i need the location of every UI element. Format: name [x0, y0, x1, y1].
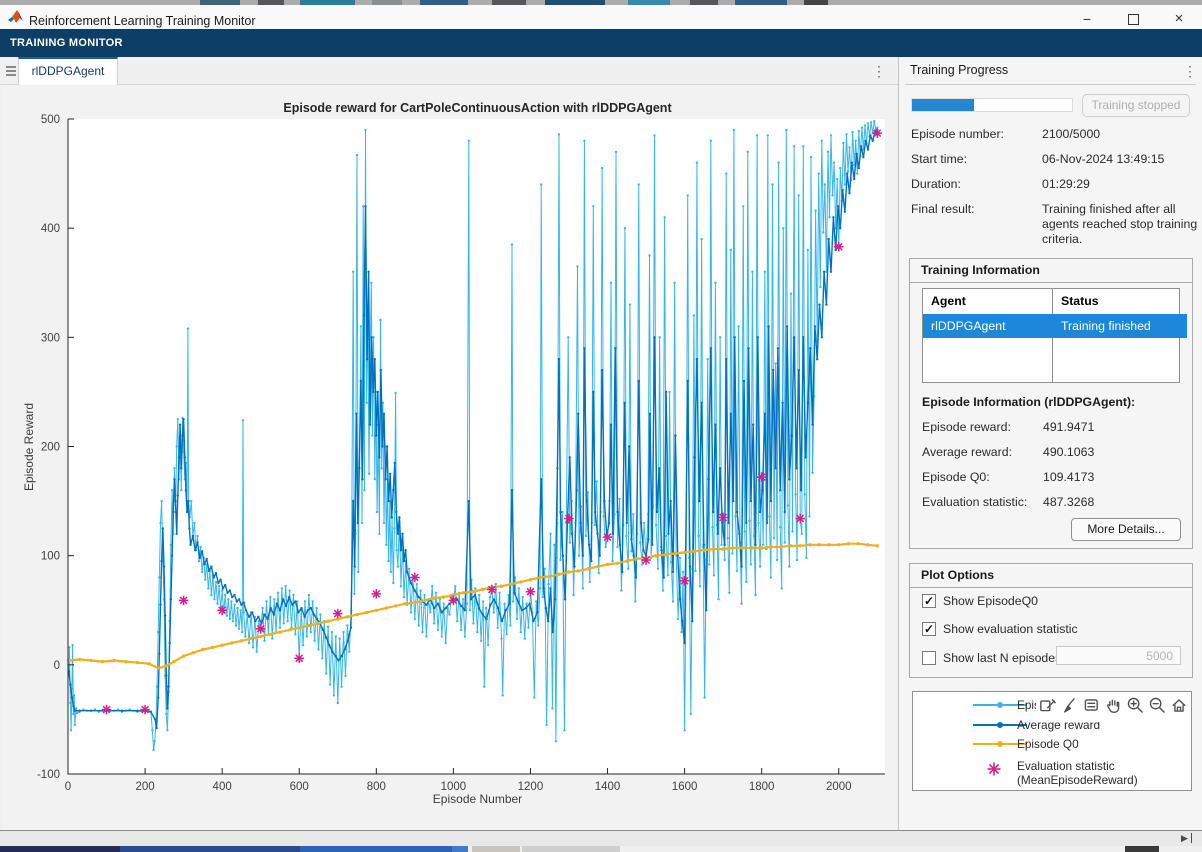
checkbox-label: Show last N episodes	[943, 651, 1061, 665]
chart-title: Episode reward for CartPoleContinuousAct…	[70, 101, 885, 115]
legend-marker-dot	[997, 722, 1003, 728]
panel-header-divider	[905, 84, 1196, 85]
group-divider	[910, 282, 1192, 283]
tab-training-monitor[interactable]: TRAINING MONITOR	[10, 37, 123, 49]
pan-icon[interactable]	[1104, 696, 1122, 714]
field-label: Evaluation statistic:	[922, 495, 1027, 509]
legend-label: Episode Q0	[1017, 737, 1177, 751]
checkbox[interactable]: ✓	[922, 622, 936, 636]
matlab-logo-icon	[8, 10, 23, 24]
brush-icon[interactable]	[1060, 696, 1078, 714]
close-button[interactable]: ×	[1164, 9, 1194, 29]
field-label: Episode reward:	[922, 420, 1011, 434]
background-window-fragment-bottom	[0, 846, 1202, 852]
statusbar	[0, 831, 1202, 846]
training-progress-bar-fill	[912, 99, 974, 111]
y-tick-label: 400	[41, 223, 60, 235]
y-tick-label: 100	[41, 551, 60, 563]
legend-asterisk-marker	[986, 761, 1002, 777]
field-label: Average reward:	[922, 445, 1012, 459]
y-tick-label: 0	[54, 660, 60, 672]
field-label: Start time:	[911, 152, 967, 166]
tab-overflow-handle-icon[interactable]	[6, 66, 16, 78]
field-value: 487.3268	[1043, 495, 1199, 510]
training-information-title: Training Information	[921, 263, 1040, 277]
export-icon[interactable]	[1038, 696, 1056, 714]
ribbon-bar: TRAINING MONITOR	[0, 29, 1202, 57]
zoom-out-icon[interactable]	[1148, 696, 1166, 714]
agent-status-table[interactable]: Agent Status rlDDPGAgent Training finish…	[922, 288, 1180, 383]
y-tick-label: 200	[41, 442, 60, 454]
episode-information-title: Episode Information (rlDDPGAgent):	[922, 395, 1135, 409]
panel-menu-kebab-icon[interactable]: ⋮	[1183, 64, 1197, 78]
training-stopped-button[interactable]: Training stopped	[1082, 94, 1190, 117]
field-value: Training finished after all agents reach…	[1042, 202, 1198, 247]
checkbox-label: Show EpisodeQ0	[943, 594, 1038, 608]
y-tick-label: 300	[41, 332, 60, 344]
home-icon[interactable]	[1170, 696, 1188, 714]
table-cell-agent: rlDDPGAgent	[923, 314, 1052, 338]
legend-marker-dot	[997, 741, 1003, 747]
axes-toolbar	[1036, 694, 1190, 722]
datatips-icon[interactable]	[1082, 696, 1100, 714]
field-label: Duration:	[911, 177, 961, 191]
checkbox-label: Show evaluation statistic	[943, 622, 1078, 636]
field-label: Episode Q0:	[922, 470, 990, 484]
field-value: 491.9471	[1043, 420, 1199, 435]
y-tick-label: -100	[37, 769, 60, 781]
table-cell-status: Training finished	[1053, 314, 1181, 338]
field-label: Final result:	[911, 202, 975, 216]
zoom-in-icon[interactable]	[1126, 696, 1144, 714]
plot-options-title: Plot Options	[921, 568, 994, 582]
plot-background	[68, 119, 885, 774]
y-tick-label: 500	[41, 114, 60, 126]
legend-marker-dot	[997, 702, 1003, 708]
field-value: 109.4173	[1043, 470, 1199, 485]
table-header-status: Status	[1053, 289, 1187, 313]
x-axis-label: Episode Number	[70, 792, 885, 806]
minimize-button[interactable]: −	[1072, 9, 1102, 29]
table-row[interactable]: rlDDPGAgent Training finished	[923, 314, 1187, 338]
field-value: 06-Nov-2024 13:49:15	[1042, 152, 1198, 167]
training-reward-chart[interactable]: 0200400600800100012001400160018002000-10…	[2, 85, 897, 830]
training-progress-bar	[911, 98, 1073, 112]
group-divider	[910, 587, 1192, 588]
field-value: 01:29:29	[1042, 177, 1198, 192]
figure-menu-kebab-icon[interactable]: ⋮	[872, 64, 886, 78]
checkbox[interactable]: ✓	[922, 594, 936, 608]
maximize-button[interactable]	[1118, 9, 1148, 29]
checkbox[interactable]	[922, 651, 936, 665]
window-title: Reinforcement Learning Training Monitor	[29, 14, 256, 28]
field-value: 2100/5000	[1042, 127, 1198, 142]
legend-label: Evaluation statistic (MeanEpisodeReward)	[1017, 759, 1177, 787]
field-value: 490.1063	[1043, 445, 1199, 460]
window-titlebar: Reinforcement Learning Training Monitor …	[0, 5, 1202, 29]
last-n-episodes-input[interactable]	[1056, 646, 1181, 665]
figure-area: 0200400600800100012001400160018002000-10…	[2, 85, 897, 830]
y-axis-label: Episode Reward	[22, 382, 36, 512]
more-details-button[interactable]: More Details...	[1071, 518, 1181, 541]
panel-title: Training Progress	[910, 63, 1008, 77]
table-header-agent: Agent	[923, 289, 1059, 313]
field-label: Episode number:	[911, 127, 1004, 141]
tab-rlddpgagent[interactable]: rlDDPGAgent	[18, 57, 118, 85]
statusbar-expand-icon[interactable]: ▶	[1181, 833, 1192, 844]
